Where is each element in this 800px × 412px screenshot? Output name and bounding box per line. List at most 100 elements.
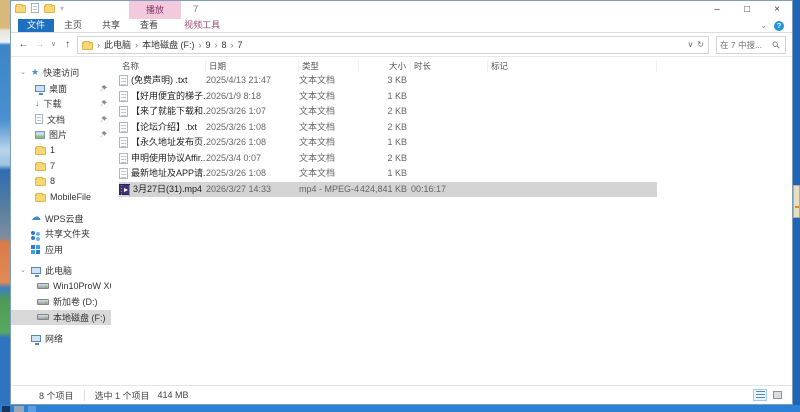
sidebar-item-this-pc[interactable]: ⌄ 此电脑: [11, 263, 111, 279]
file-type: 文本文档: [299, 106, 336, 116]
qat-customize-icon[interactable]: ▾: [60, 4, 64, 13]
minimize-button[interactable]: –: [702, 1, 732, 19]
file-tags: [488, 151, 657, 167]
view-toggles: [753, 389, 784, 401]
pictures-icon: [35, 130, 45, 139]
sidebar-item-folder-7[interactable]: 7: [11, 158, 111, 174]
chevron-down-icon[interactable]: ⌄: [20, 68, 26, 76]
folder-icon: [35, 161, 46, 171]
recent-locations-icon[interactable]: ∨: [49, 36, 58, 54]
sidebar-item-folder-8[interactable]: 8: [11, 174, 111, 190]
file-type: 文本文档: [299, 137, 336, 147]
selection-size: 414 MB: [157, 390, 189, 400]
help-icon[interactable]: ?: [774, 20, 784, 31]
sidebar-item-wps-cloud[interactable]: ☁ WPS云盘: [11, 211, 111, 227]
sidebar-item-quick-access[interactable]: ⌄ ★ 快速访问: [11, 65, 111, 81]
app-folder-icon: [15, 4, 26, 13]
file-type: mp4 - MPEG-4 ...: [299, 183, 359, 194]
main-area: ⌄ ★ 快速访问 桌面 ↓ 下载 文档 图片 1 7 8 MobileFile …: [11, 57, 792, 385]
file-tags: [488, 120, 657, 136]
sidebar-item-folder-1[interactable]: 1: [11, 143, 111, 159]
crumb-separator: ›: [214, 39, 218, 50]
refresh-icon[interactable]: ↻: [697, 40, 704, 49]
file-tags: [488, 166, 657, 182]
sidebar-item-downloads[interactable]: ↓ 下载: [11, 96, 111, 112]
text-file-icon: [119, 152, 128, 164]
column-header-name[interactable]: 名称: [119, 60, 206, 72]
sidebar-item-desktop[interactable]: 桌面: [11, 81, 111, 97]
file-type: 文本文档: [299, 152, 336, 163]
column-header-size[interactable]: 大小: [359, 60, 411, 72]
thumbnails-view-button[interactable]: [770, 389, 784, 401]
sidebar-item-label: 网络: [45, 334, 64, 345]
sidebar-item-label: Win10ProW X64 (C:): [53, 281, 111, 292]
quick-access-star-icon: ★: [31, 67, 40, 78]
chevron-down-icon[interactable]: ⌄: [20, 266, 26, 274]
file-row[interactable]: (免费声明) .txt 2025/4/13 21:47 文本文档 3 KB: [119, 73, 657, 89]
file-row[interactable]: 【永久地址发布页... 2025/3/26 1:08 文本文档 1 KB: [119, 135, 657, 151]
tab-home[interactable]: 主页: [54, 19, 92, 32]
file-size: 1 KB: [387, 90, 407, 101]
file-row[interactable]: 【好用便宜的梯子... 2026/1/9 8:18 文本文档 1 KB: [119, 89, 657, 105]
contextual-tab-group-play: 播放: [129, 1, 181, 19]
sidebar-item-drive-f[interactable]: 本地磁盘 (F:): [11, 309, 111, 325]
column-header-tags[interactable]: 标记: [488, 60, 657, 72]
file-name: 【好用便宜的梯子...: [131, 90, 206, 101]
tab-video-tools[interactable]: 视频工具: [174, 19, 230, 32]
file-row[interactable]: 最新地址及APP请... 2025/3/26 1:08 文本文档 1 KB: [119, 166, 657, 182]
crumb-separator: ›: [97, 39, 100, 50]
download-icon: ↓: [35, 98, 40, 109]
address-bar[interactable]: › 此电脑 › 本地磁盘 (F:) › 9 › 8 › 7 ∨ ↻: [77, 35, 709, 54]
thumbnails-view-icon: [772, 391, 782, 399]
tab-file[interactable]: 文件: [18, 19, 55, 32]
sidebar-item-documents[interactable]: 文档: [11, 112, 111, 128]
properties-icon[interactable]: [31, 3, 39, 13]
breadcrumb-drive-f[interactable]: 本地磁盘 (F:): [142, 38, 195, 51]
sidebar-item-drive-d[interactable]: 新加卷 (D:): [11, 294, 111, 310]
breadcrumb-9[interactable]: 9: [206, 40, 211, 50]
address-dropdown-icon[interactable]: ∨: [687, 40, 693, 49]
apps-grid-icon: [31, 244, 35, 249]
ribbon-collapse-icon[interactable]: ⌄: [760, 21, 767, 31]
forward-icon: →: [34, 38, 45, 50]
this-pc-icon: [31, 267, 41, 278]
search-icon[interactable]: [772, 41, 780, 49]
file-row[interactable]: 【来了就能下载和... 2025/3/26 1:07 文本文档 2 KB: [119, 104, 657, 120]
breadcrumb-8[interactable]: 8: [222, 40, 227, 50]
back-icon[interactable]: ←: [17, 36, 30, 54]
sidebar-item-pictures[interactable]: 图片: [11, 127, 111, 143]
file-size: 424,841 KB: [359, 183, 407, 194]
breadcrumb-7[interactable]: 7: [238, 40, 243, 50]
sidebar-item-mobilefile[interactable]: MobileFile: [11, 189, 111, 205]
file-row-selected[interactable]: 3月27日(31).mp4 2026/3/27 14:33 mp4 - MPEG…: [119, 181, 657, 197]
search-input[interactable]: [720, 39, 772, 50]
sidebar-item-network[interactable]: 网络: [11, 331, 111, 347]
column-header-duration[interactable]: 时长: [411, 60, 488, 72]
column-header-type[interactable]: 类型: [299, 60, 359, 72]
sidebar-item-drive-c[interactable]: Win10ProW X64 (C:): [11, 279, 111, 295]
sidebar-item-shared-folder[interactable]: 共享文件夹: [11, 226, 111, 242]
new-folder-icon[interactable]: [44, 4, 55, 13]
title-bar: ▾ 播放 7 – □ ×: [11, 1, 792, 19]
column-header-date[interactable]: 日期: [206, 60, 299, 72]
pin-icon: [100, 115, 107, 123]
tab-view[interactable]: 查看: [130, 19, 168, 32]
file-duration: [411, 104, 488, 120]
file-size: 3 KB: [387, 75, 407, 85]
tab-share[interactable]: 共享: [92, 19, 130, 32]
pin-icon: [100, 84, 107, 92]
breadcrumb-this-pc[interactable]: 此电脑: [104, 38, 131, 51]
file-row[interactable]: 【论坛介绍】.txt 2025/3/26 1:08 文本文档 2 KB: [119, 120, 657, 136]
window-controls: – □ ×: [702, 1, 792, 19]
maximize-button[interactable]: □: [732, 1, 762, 19]
ribbon-tabs: 文件 主页 共享 查看 视频工具 ⌄ ?: [11, 19, 792, 33]
up-icon[interactable]: ↑: [61, 36, 74, 54]
sidebar-item-label: 7: [50, 160, 56, 171]
close-button[interactable]: ×: [762, 1, 792, 19]
file-row[interactable]: 申明使用协议Affir... 2025/3/4 0:07 文本文档 2 KB: [119, 151, 657, 167]
sidebar-item-apps[interactable]: 应用: [11, 242, 111, 258]
sidebar-item-label: 此电脑: [45, 266, 73, 277]
file-date: 2025/3/26 1:08: [206, 168, 267, 178]
details-view-button[interactable]: [753, 389, 767, 401]
taskbar-icon-fragment: [14, 406, 24, 412]
